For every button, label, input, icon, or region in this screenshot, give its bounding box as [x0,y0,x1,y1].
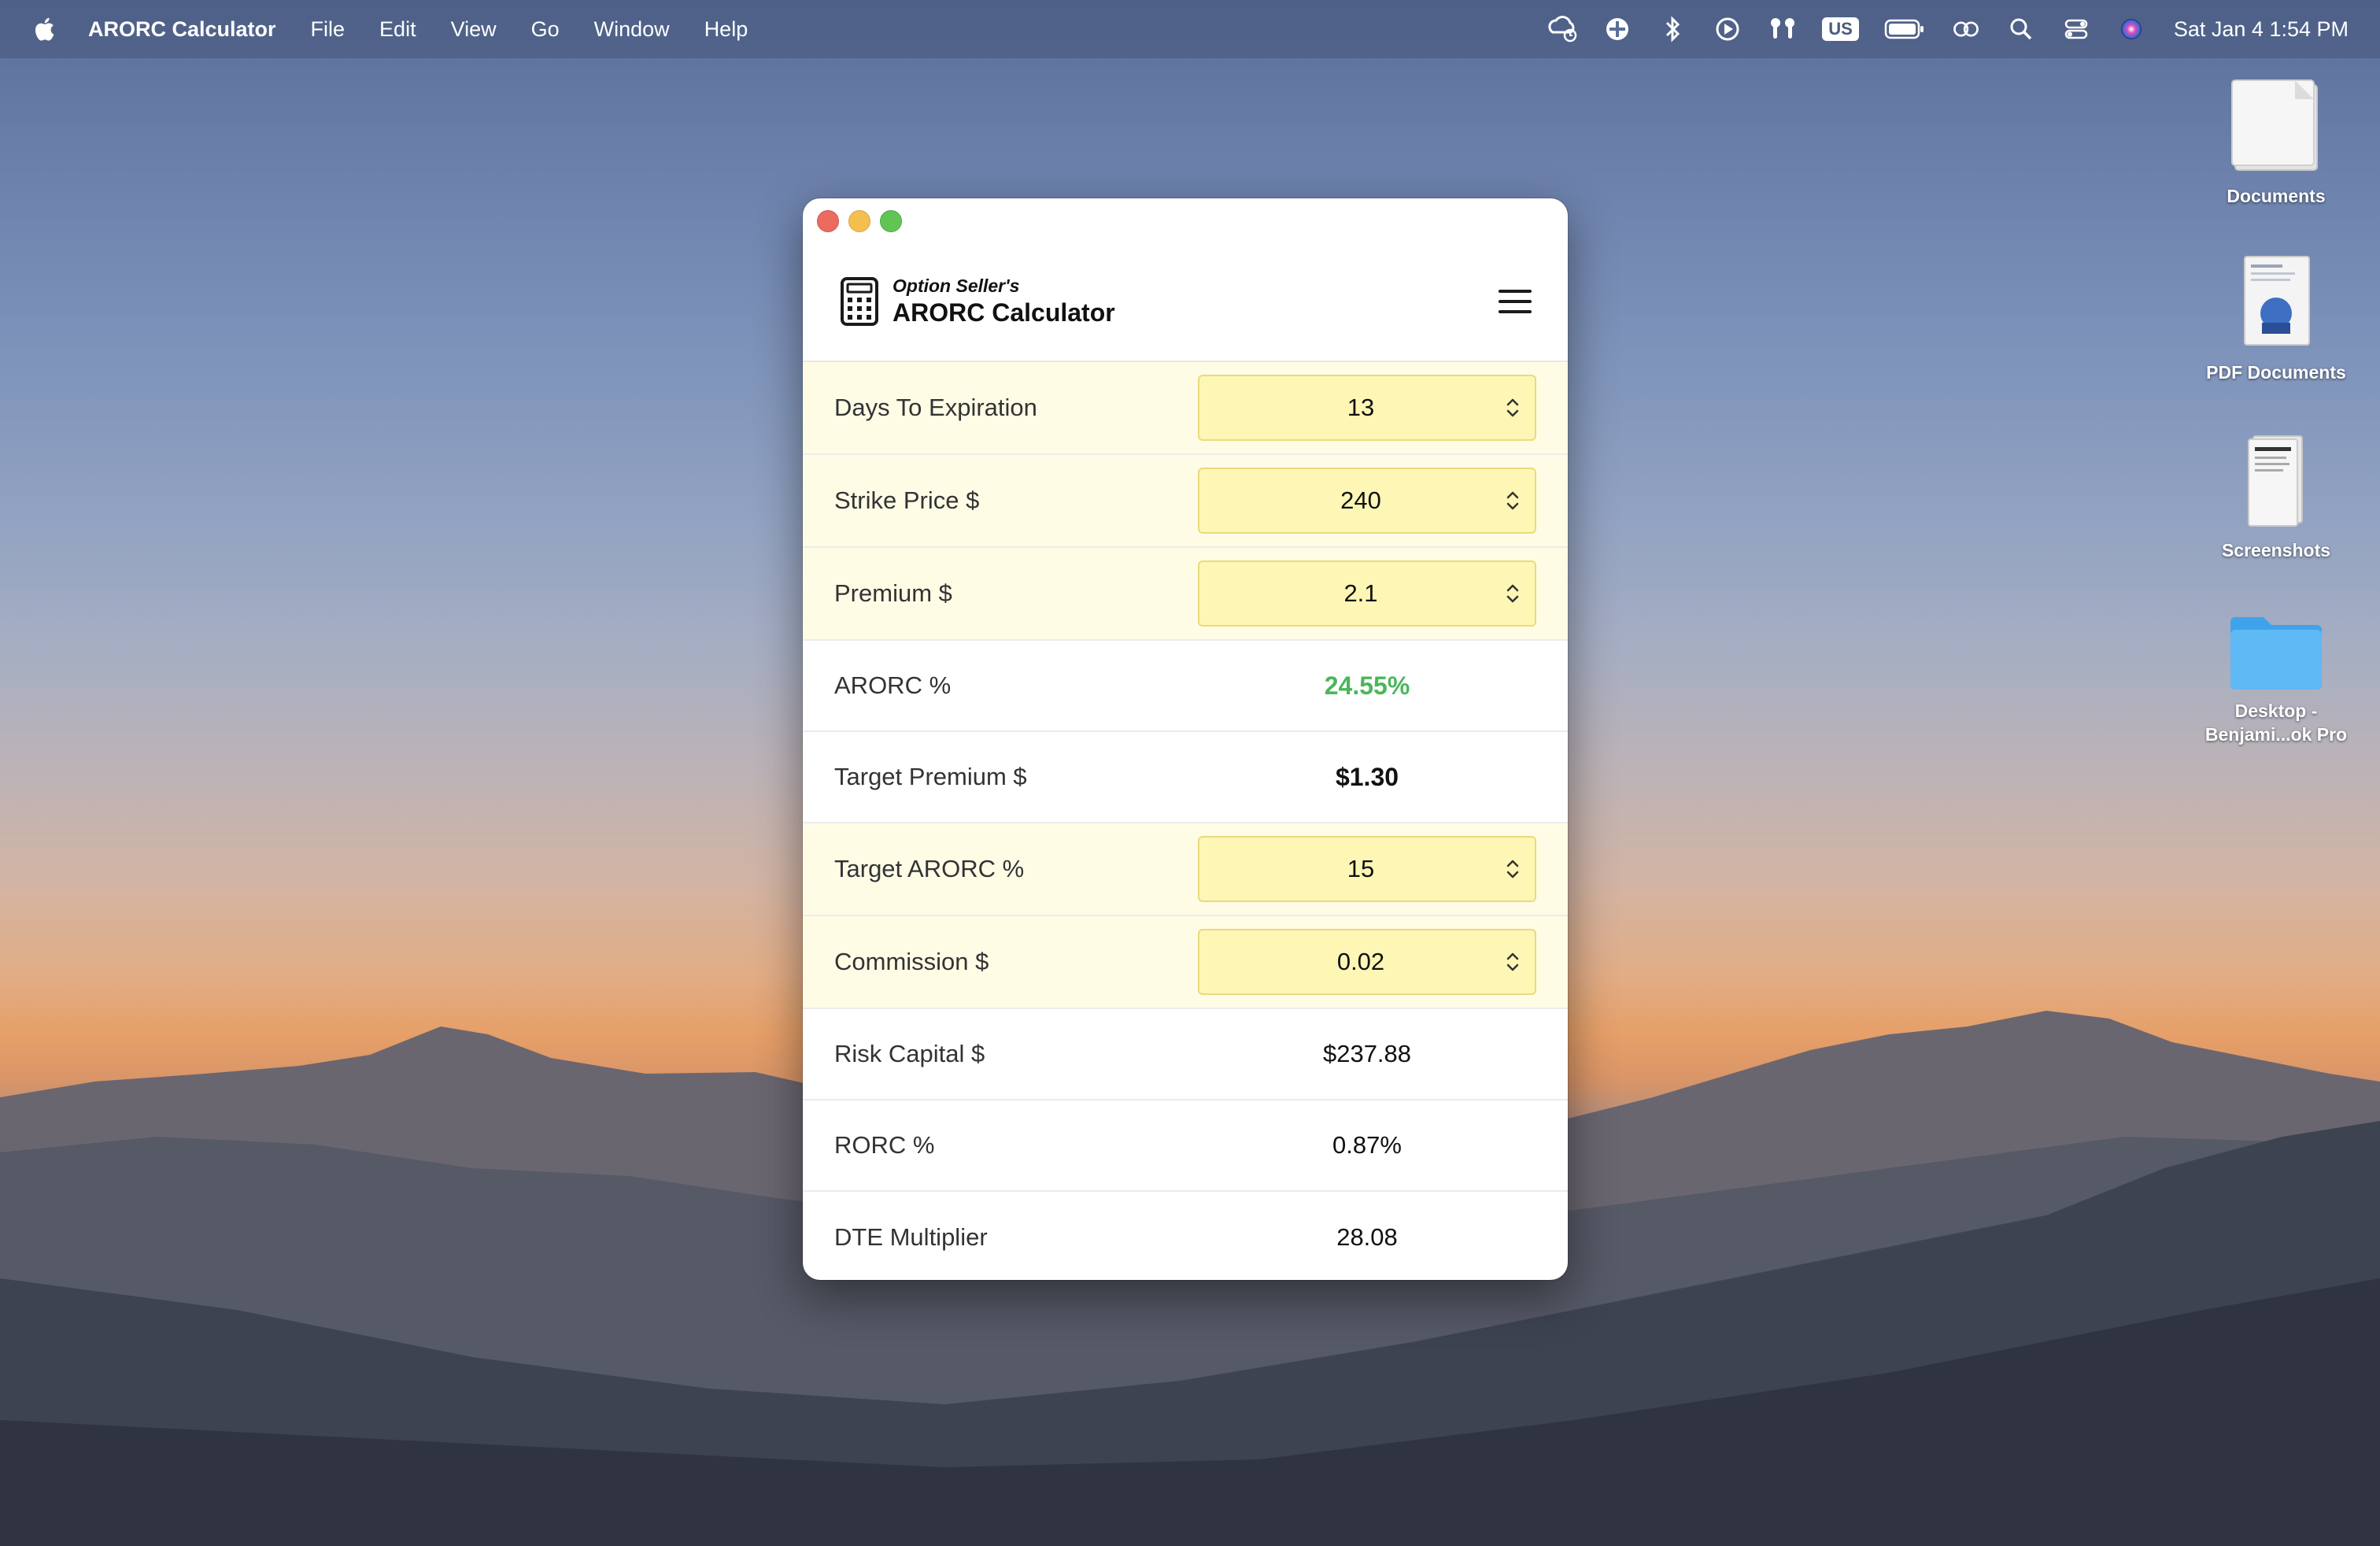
menu-go[interactable]: Go [531,17,560,42]
pdf-document-icon [2244,256,2310,346]
app-header: Option Seller's ARORC Calculator [803,242,1568,362]
row-risk-capital: Risk Capital $ $237.88 [803,1009,1568,1100]
hamburger-menu-icon[interactable] [1497,286,1533,317]
window-minimize-button[interactable] [848,210,870,232]
siri-icon[interactable] [2116,13,2147,45]
app-subtitle: Option Seller's [893,276,1020,296]
row-label: Premium $ [834,579,952,607]
row-label: Target ARORC % [834,855,1025,882]
stepper-icon[interactable] [1502,485,1524,516]
desktop-icon-documents[interactable]: Documents [2182,76,2371,208]
days-to-expiration-input[interactable] [1199,393,1502,423]
desktop-icon-pdf-documents[interactable]: PDF Documents [2182,253,2371,384]
time-machine-icon[interactable] [1547,13,1578,45]
screenshots-icon [2248,435,2303,527]
target-arorc-input[interactable] [1199,854,1502,884]
row-days-to-expiration: Days To Expiration [803,362,1568,455]
desktop-icon-label: Screenshots [2221,540,2331,560]
window-titlebar[interactable] [803,198,1568,242]
target-arorc-stepper[interactable] [1198,836,1536,902]
airpods-icon[interactable] [1767,13,1798,45]
desktop-icon-desktop-folder[interactable]: Desktop - Benjami...ok Pro [2182,611,2371,746]
row-rorc: RORC % 0.87% [803,1100,1568,1192]
row-arorc: ARORC % 24.55% [803,641,1568,732]
screen-mirroring-icon[interactable] [1950,13,1982,45]
desktop-icon-screenshots[interactable]: Screenshots [2182,431,2371,562]
control-center-icon[interactable] [2060,13,2092,45]
row-premium: Premium $ [803,548,1568,641]
row-label: Days To Expiration [834,394,1037,421]
calculator-rows: Days To Expiration Strike Price $ Premium … [803,362,1568,1280]
arorc-calculator-window: Option Seller's ARORC Calculator Days To… [803,198,1568,1280]
menu-bar: ARORC Calculator File Edit View Go Windo… [0,0,2380,58]
dte-multiplier-value: 28.08 [1336,1223,1398,1251]
row-label: DTE Multiplier [834,1223,988,1251]
row-commission: Commission $ [803,916,1568,1009]
strike-price-input[interactable] [1199,486,1502,516]
search-icon[interactable] [2005,13,2037,45]
stepper-icon[interactable] [1502,392,1524,423]
premium-input[interactable] [1199,579,1502,608]
risk-capital-value: $237.88 [1322,1040,1412,1067]
row-strike-price: Strike Price $ [803,455,1568,548]
bluetooth-icon[interactable] [1657,13,1688,45]
battery-icon[interactable] [1883,13,1927,45]
stepper-icon[interactable] [1502,946,1524,978]
stepper-icon[interactable] [1502,853,1524,885]
window-close-button[interactable] [817,210,839,232]
days-to-expiration-stepper[interactable] [1198,375,1536,441]
document-icon [2231,80,2318,171]
app-titles: Option Seller's ARORC Calculator [893,275,1497,328]
row-target-premium: Target Premium $ $1.30 [803,732,1568,823]
app-title: ARORC Calculator [893,298,1115,327]
commission-input[interactable] [1199,947,1502,977]
folder-icon [2230,617,2322,690]
input-source-badge[interactable]: US [1822,17,1859,41]
row-label: ARORC % [834,671,952,699]
menu-view[interactable]: View [451,17,497,42]
menu-help[interactable]: Help [704,17,748,42]
row-label: Commission $ [834,948,989,975]
row-label: Target Premium $ [834,763,1027,790]
desktop-icon-label: PDF Documents [2206,362,2346,383]
menu-edit[interactable]: Edit [379,17,416,42]
vpn-shield-icon[interactable] [1602,13,1633,45]
row-dte-multiplier: DTE Multiplier 28.08 [803,1192,1568,1280]
menu-app-name[interactable]: ARORC Calculator [88,17,276,42]
row-label: Strike Price $ [834,486,980,514]
desktop-icon-label: Desktop - Benjami...ok Pro [2204,701,2348,745]
commission-stepper[interactable] [1198,929,1536,995]
menu-file[interactable]: File [311,17,346,42]
desktop: ARORC Calculator File Edit View Go Windo… [0,0,2380,1546]
row-label: Risk Capital $ [834,1040,985,1067]
arorc-value: 24.55% [1324,671,1410,700]
window-zoom-button[interactable] [880,210,902,232]
stepper-icon[interactable] [1502,578,1524,609]
menu-clock[interactable]: Sat Jan 4 1:54 PM [2174,17,2349,42]
rorc-value: 0.87% [1332,1131,1402,1159]
strike-price-stepper[interactable] [1198,468,1536,534]
target-premium-value: $1.30 [1335,762,1399,791]
menu-window[interactable]: Window [594,17,670,42]
desktop-icon-label: Documents [2227,186,2326,206]
row-target-arorc: Target ARORC % [803,823,1568,916]
row-label: RORC % [834,1131,935,1159]
apple-menu-icon[interactable] [31,15,60,43]
premium-stepper[interactable] [1198,560,1536,627]
play-circle-icon[interactable] [1712,13,1743,45]
calculator-icon [841,277,878,326]
